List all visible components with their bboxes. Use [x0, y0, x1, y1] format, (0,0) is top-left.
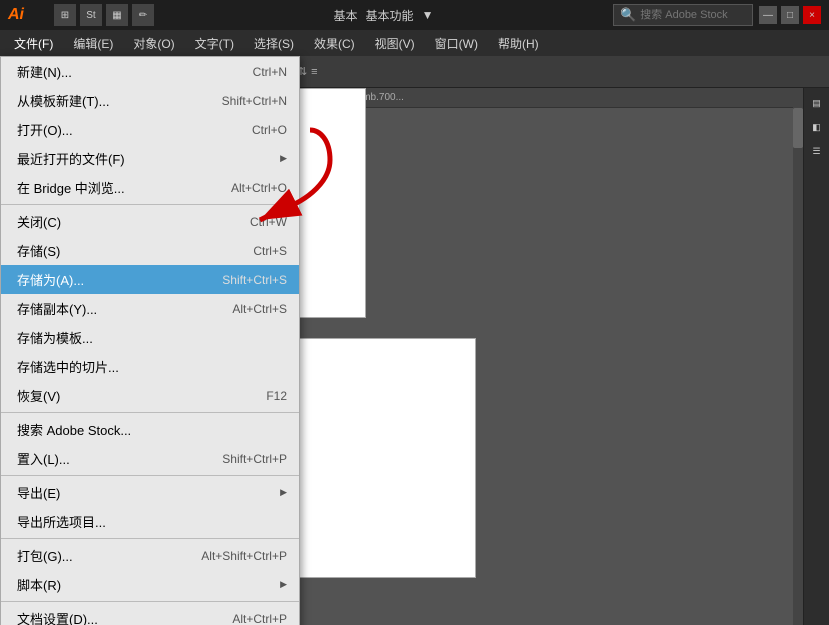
menu-package[interactable]: 打包(G)... Alt+Shift+Ctrl+P	[1, 541, 299, 570]
app-logo: Ai	[8, 6, 48, 24]
menu-save-copy[interactable]: 存储副本(Y)... Alt+Ctrl+S	[1, 294, 299, 323]
menu-save-template[interactable]: 存储为模板...	[1, 323, 299, 352]
menu-scripts[interactable]: 脚本(R)	[1, 570, 299, 599]
menu-edit[interactable]: 编辑(E)	[63, 31, 123, 56]
title-bar: Ai ⊞ St ▦ ✏ 基本 基本功能 ▼ 🔍 — □ ×	[0, 0, 829, 30]
menu-bridge[interactable]: 在 Bridge 中浏览... Alt+Ctrl+O	[1, 173, 299, 202]
menu-recent[interactable]: 最近打开的文件(F)	[1, 144, 299, 173]
close-button[interactable]: ×	[803, 6, 821, 24]
menu-save[interactable]: 存储(S) Ctrl+S	[1, 236, 299, 265]
options-icon: ≡	[311, 66, 317, 78]
menu-doc-setup[interactable]: 文档设置(D)... Alt+Ctrl+P	[1, 604, 299, 625]
menu-view[interactable]: 视图(V)	[365, 31, 425, 56]
menu-object[interactable]: 对象(O)	[123, 31, 184, 56]
menu-text[interactable]: 文字(T)	[185, 31, 244, 56]
minimize-button[interactable]: —	[759, 6, 777, 24]
menu-revert[interactable]: 恢复(V) F12	[1, 381, 299, 410]
menu-save-slices[interactable]: 存储选中的切片...	[1, 352, 299, 381]
workspace-dropdown-icon: ▼	[422, 8, 434, 22]
menu-file[interactable]: 文件(F)	[4, 31, 63, 56]
menu-select[interactable]: 选择(S)	[244, 31, 304, 56]
separator-4	[1, 538, 299, 539]
icon-btn-4[interactable]: ✏	[132, 4, 154, 26]
window-controls: — □ ×	[759, 6, 821, 24]
panel-properties[interactable]: ◧	[806, 116, 828, 138]
icon-btn-2[interactable]: St	[80, 4, 102, 26]
menu-window[interactable]: 窗口(W)	[425, 31, 488, 56]
menu-help[interactable]: 帮助(H)	[488, 31, 549, 56]
panel-libraries[interactable]: ☰	[806, 140, 828, 162]
title-bar-center: 基本 基本功能 ▼	[160, 7, 607, 24]
menu-new[interactable]: 新建(N)... Ctrl+N	[1, 57, 299, 86]
menu-open[interactable]: 打开(O)... Ctrl+O	[1, 115, 299, 144]
stock-search[interactable]: 🔍	[613, 4, 753, 26]
menu-place[interactable]: 置入(L)... Shift+Ctrl+P	[1, 444, 299, 473]
search-icon: 🔍	[620, 7, 636, 23]
separator-5	[1, 601, 299, 602]
right-panels: ▤ ◧ ☰	[803, 88, 829, 625]
menu-search-stock[interactable]: 搜索 Adobe Stock...	[1, 415, 299, 444]
panel-layers[interactable]: ▤	[806, 92, 828, 114]
separator-3	[1, 475, 299, 476]
menu-export-selection[interactable]: 导出所选项目...	[1, 507, 299, 536]
menu-export[interactable]: 导出(E)	[1, 478, 299, 507]
title-bar-icons: ⊞ St ▦ ✏	[54, 4, 154, 26]
menu-bar: 文件(F) 编辑(E) 对象(O) 文字(T) 选择(S) 效果(C) 视图(V…	[0, 30, 829, 56]
search-input[interactable]	[640, 9, 746, 21]
workspace-label2: 基本功能	[366, 7, 414, 24]
maximize-button[interactable]: □	[781, 6, 799, 24]
file-dropdown-menu: 新建(N)... Ctrl+N 从模板新建(T)... Shift+Ctrl+N…	[0, 56, 300, 625]
workspace-label: 基本	[334, 7, 358, 24]
icon-btn-1[interactable]: ⊞	[54, 4, 76, 26]
icon-btn-3[interactable]: ▦	[106, 4, 128, 26]
menu-close[interactable]: 关闭(C) Ctrl+W	[1, 207, 299, 236]
scrollbar-vertical[interactable]	[793, 88, 803, 625]
separator-1	[1, 204, 299, 205]
menu-effect[interactable]: 效果(C)	[304, 31, 365, 56]
menu-new-from-template[interactable]: 从模板新建(T)... Shift+Ctrl+N	[1, 86, 299, 115]
menu-save-as[interactable]: 存储为(A)... Shift+Ctrl+S	[1, 265, 299, 294]
file-menu-panel: 新建(N)... Ctrl+N 从模板新建(T)... Shift+Ctrl+N…	[0, 56, 300, 625]
scrollbar-thumb[interactable]	[793, 108, 803, 148]
separator-2	[1, 412, 299, 413]
